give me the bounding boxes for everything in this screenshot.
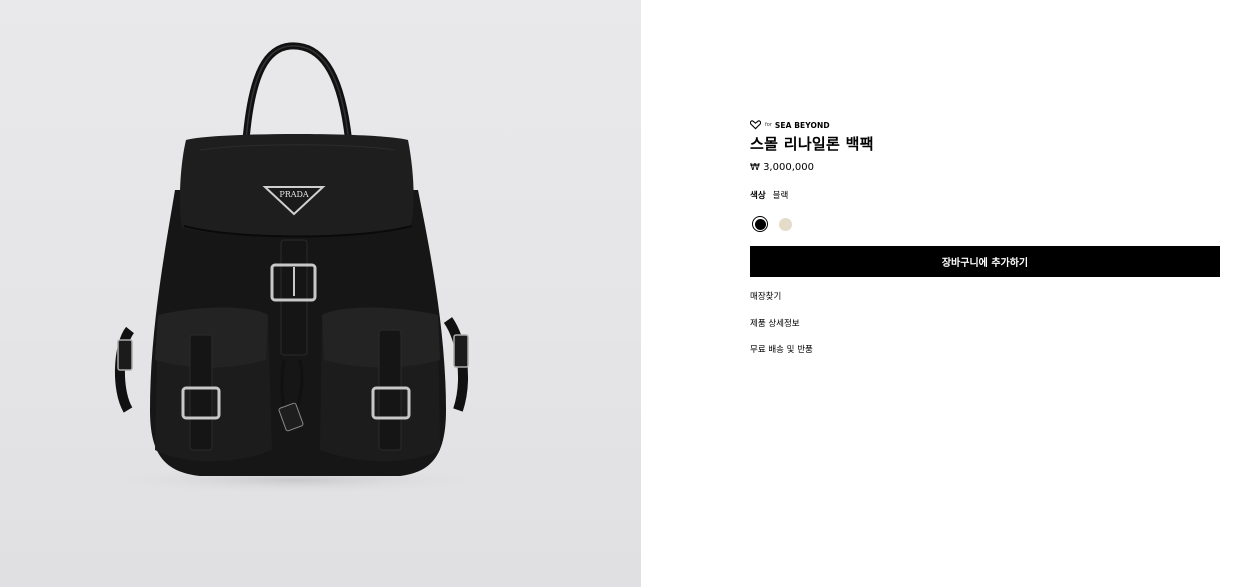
backpack-image: PRADA bbox=[95, 42, 495, 494]
color-selector-label: 색상 블랙 bbox=[750, 190, 1220, 202]
store-finder-link[interactable]: 매장찾기 bbox=[750, 291, 1220, 303]
heart-icon bbox=[750, 120, 761, 130]
color-swatches bbox=[750, 216, 1220, 232]
sea-beyond-badge: for SEA BEYOND bbox=[750, 118, 1220, 132]
brand-for-text: for bbox=[765, 122, 772, 128]
color-label: 색상 bbox=[750, 191, 766, 201]
product-image-gallery[interactable]: PRADA bbox=[0, 0, 641, 587]
swatch-beige[interactable] bbox=[777, 216, 793, 232]
product-price: ₩ 3,000,000 bbox=[750, 162, 814, 173]
product-info-panel: for SEA BEYOND 스몰 리나일론 백팩 ₩ 3,000,000 색상… bbox=[750, 118, 1220, 371]
product-title: 스몰 리나일론 백팩 bbox=[750, 135, 874, 153]
svg-text:PRADA: PRADA bbox=[279, 190, 309, 199]
shipping-returns-link[interactable]: 무료 배송 및 반품 bbox=[750, 344, 1220, 356]
product-details-link[interactable]: 제품 상세정보 bbox=[750, 318, 1220, 330]
brand-sea-beyond-text: SEA BEYOND bbox=[774, 120, 830, 130]
swatch-black[interactable] bbox=[752, 216, 768, 232]
add-to-cart-button[interactable]: 장바구니에 추가하기 bbox=[750, 246, 1220, 277]
selected-color-name: 블랙 bbox=[772, 191, 789, 201]
product-links: 매장찾기 제품 상세정보 무료 배송 및 반품 bbox=[750, 291, 1220, 356]
